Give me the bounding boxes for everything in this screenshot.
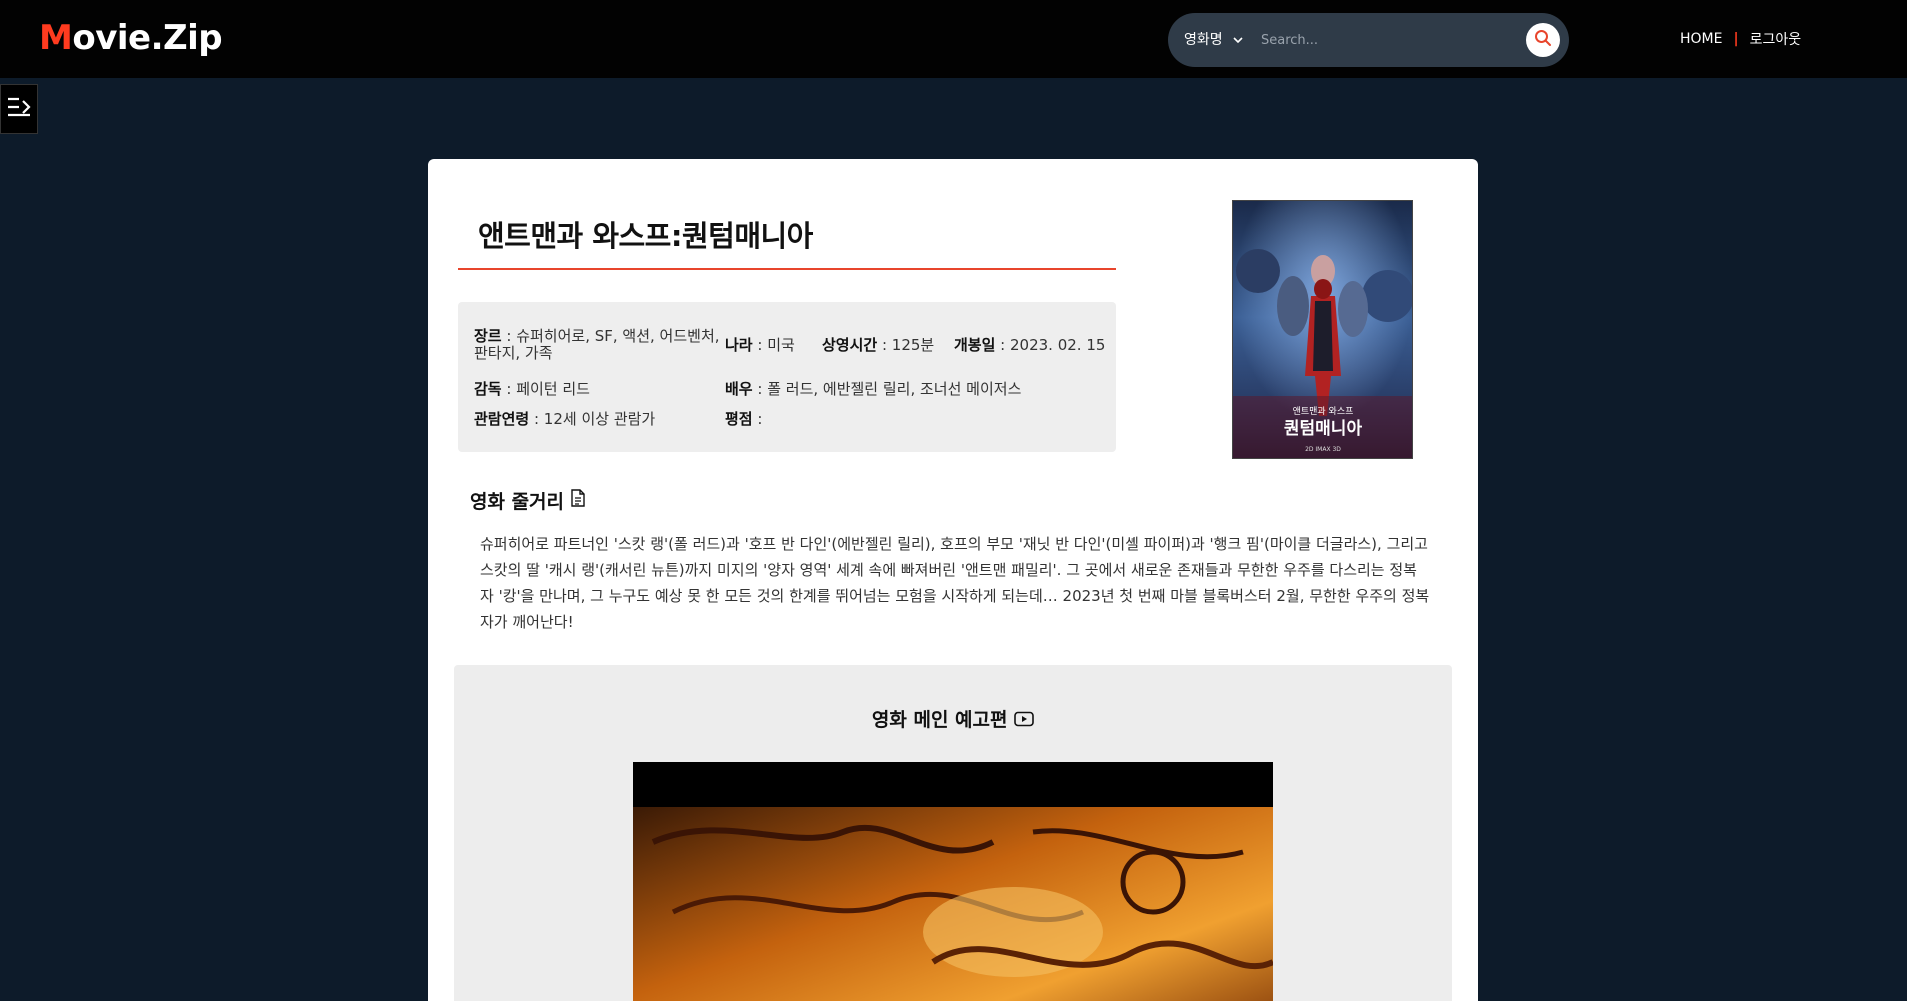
runtime-field: 상영시간 : 125분	[822, 337, 934, 354]
search-input[interactable]	[1261, 25, 1511, 55]
sidebar-toggle-button[interactable]	[0, 84, 38, 134]
top-navbar: Movie.Zip 영화명 HOME | 로그아웃	[0, 0, 1907, 78]
country-field: 나라 : 미국	[725, 337, 795, 354]
country-value: : 미국	[752, 336, 795, 354]
trailer-heading: 영화 메인 예고편	[454, 705, 1452, 732]
movie-detail-card: 앤트맨과 와스프:퀀텀매니아 장르 : 슈퍼히어로, SF, 액션, 어드벤처,…	[428, 159, 1478, 1001]
runtime-label: 상영시간	[822, 336, 878, 354]
search-category-label: 영화명	[1184, 32, 1223, 48]
score-label: 평점	[725, 410, 753, 428]
rating-value: : 12세 이상 관람가	[529, 410, 656, 428]
cast-value: : 폴 러드, 에반젤린 릴리, 조너선 메이저스	[752, 380, 1022, 398]
movie-title: 앤트맨과 와스프:퀀텀매니아	[478, 219, 813, 253]
release-value: : 2023. 02. 15	[995, 336, 1106, 354]
genre-label: 장르	[474, 327, 502, 345]
trailer-section: 영화 메인 예고편	[454, 665, 1452, 1001]
runtime-value: : 125분	[877, 336, 935, 354]
chevron-down-icon	[1233, 13, 1243, 67]
trailer-heading-text: 영화 메인 예고편	[871, 709, 1008, 731]
release-label: 개봉일	[954, 336, 996, 354]
synopsis-text: 슈퍼히어로 파트너인 '스캇 랭'(폴 러드)과 '호프 반 다인'(에반젤린 …	[480, 535, 1430, 631]
site-logo[interactable]: Movie.Zip	[39, 18, 223, 58]
rating-label: 관람연령	[474, 410, 530, 428]
search-bar: 영화명	[1168, 13, 1569, 67]
release-field: 개봉일 : 2023. 02. 15	[954, 337, 1105, 354]
movie-info-panel: 장르 : 슈퍼히어로, SF, 액션, 어드벤처, 판타지, 가족 나라 : 미…	[458, 302, 1116, 452]
title-underline	[458, 268, 1116, 270]
search-button[interactable]	[1526, 23, 1560, 57]
cast-label: 배우	[725, 380, 753, 398]
country-label: 나라	[725, 336, 753, 354]
logout-link[interactable]: 로그아웃	[1750, 29, 1802, 49]
poster-big-title: 퀀텀매니아	[1284, 418, 1363, 439]
director-label: 감독	[474, 380, 502, 398]
menu-open-icon	[6, 96, 32, 122]
genre-value-cont: 판타지, 가족	[474, 344, 553, 362]
poster-small-title: 앤트맨과 와스프	[1293, 405, 1354, 417]
search-icon	[1534, 29, 1552, 51]
home-link[interactable]: HOME	[1680, 31, 1722, 47]
rating-field: 관람연령 : 12세 이상 관람가	[474, 411, 655, 428]
logo-text: ovie.Zip	[72, 18, 223, 58]
synopsis-heading-text: 영화 줄거리	[470, 491, 565, 513]
header-nav: HOME | 로그아웃	[1680, 29, 1801, 49]
director-value: : 페이턴 리드	[501, 380, 590, 398]
director-field: 감독 : 페이턴 리드	[474, 381, 590, 398]
logo-letter-m: M	[39, 18, 73, 58]
genre-value: : 슈퍼히어로, SF, 액션, 어드벤처,	[501, 327, 720, 345]
score-field: 평점 :	[725, 411, 762, 428]
video-play-icon	[1014, 710, 1034, 732]
score-value: :	[752, 410, 763, 428]
genre-field: 장르 : 슈퍼히어로, SF, 액션, 어드벤처, 판타지, 가족	[474, 328, 724, 362]
search-category-select[interactable]: 영화명	[1184, 13, 1243, 67]
document-icon	[570, 489, 586, 512]
cast-field: 배우 : 폴 러드, 에반젤린 릴리, 조너선 메이저스	[725, 381, 1021, 398]
movie-poster: 앤트맨과 와스프 퀀텀매니아 2D IMAX 3D	[1232, 200, 1413, 459]
trailer-video-player[interactable]	[633, 762, 1273, 1001]
poster-format-text: 2D IMAX 3D	[1305, 446, 1341, 453]
synopsis-heading: 영화 줄거리	[470, 487, 586, 514]
nav-divider: |	[1733, 31, 1739, 47]
